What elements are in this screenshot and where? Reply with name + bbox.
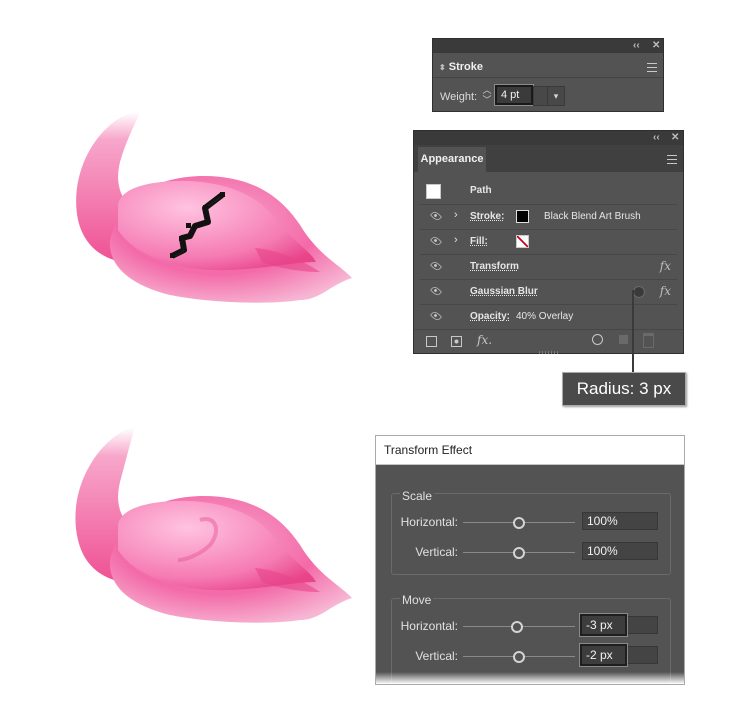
stroke-color-swatch[interactable] [516,210,529,223]
path-thumbnail [426,184,441,199]
fill-none-swatch[interactable] [516,235,529,248]
add-stroke-icon[interactable] [426,336,437,347]
move-title: Move [400,593,434,607]
scale-vertical-slider[interactable] [463,547,575,559]
expand-arrow-icon[interactable]: › [454,234,458,246]
add-fill-icon[interactable] [451,336,462,347]
flamingo-top [76,112,352,303]
eye-icon[interactable] [430,260,442,272]
slider-knob[interactable] [513,517,525,529]
path-label: Path [470,185,492,196]
appearance-row-gaussian-blur[interactable]: Gaussian Blur fx [420,279,677,303]
opacity-value: 40% Overlay [516,311,574,322]
slider-knob[interactable] [513,547,525,559]
close-icon[interactable]: ✕ [652,39,660,53]
expand-arrow-icon[interactable]: › [454,209,458,221]
scale-vertical-input[interactable]: 100% [582,542,658,560]
path-row[interactable]: Path [420,179,677,203]
move-vertical-input[interactable]: -2 px [580,644,627,666]
eye-icon[interactable] [430,235,442,247]
fade-overlay [376,672,684,684]
panel-header: ‹‹ ✕ [433,39,663,53]
scale-vertical-label: Vertical: [415,545,458,559]
appearance-row-fill[interactable]: › Fill: [420,229,677,253]
stroke-brush-name: Black Blend Art Brush [544,211,641,222]
delete-icon[interactable] [643,333,654,348]
weight-input[interactable]: 4 pt [495,85,533,105]
clear-appearance-icon[interactable] [592,334,603,345]
transform-effect-dialog: Transform Effect Scale Horizontal: 100% … [375,435,685,685]
fill-label[interactable]: Fill: [470,236,488,247]
resize-grip[interactable] [539,351,559,354]
scale-group [391,493,671,575]
pointer-dot [633,286,645,298]
move-vertical-slider[interactable] [463,651,575,663]
collapse-icon[interactable]: ‹‹ [633,39,640,53]
tab-appearance[interactable]: Appearance [418,147,486,172]
move-horizontal-input[interactable]: -3 px [580,614,627,636]
panel-menu-icon[interactable] [647,63,657,72]
transform-label[interactable]: Transform [470,261,519,272]
appearance-panel: ‹‹ ✕ Appearance Path › Stroke: Black Ble… [413,130,684,354]
tab-label: Stroke [448,61,484,73]
radius-tooltip: Radius: 3 px [562,372,686,406]
duplicate-item-icon[interactable] [619,335,628,344]
updown-icon: ⬍ [439,63,446,72]
slider-knob[interactable] [513,651,525,663]
scale-title: Scale [400,489,435,503]
weight-spinner-icon[interactable]: ︿ ﹀ [481,85,493,107]
close-icon[interactable]: ✕ [671,131,679,145]
opacity-label[interactable]: Opacity: [470,311,510,322]
appearance-row-opacity[interactable]: Opacity: 40% Overlay [420,304,677,328]
add-effect-icon[interactable]: fx. [477,333,492,347]
fx-icon[interactable]: fx [660,284,671,298]
dialog-title: Transform Effect [376,436,684,465]
weight-dropdown-icon[interactable]: ▾ [547,86,565,106]
panel-menu-icon[interactable] [667,155,677,164]
callout-line [632,290,634,372]
move-horizontal-slider[interactable] [463,621,575,633]
move-horizontal-label: Horizontal: [400,619,458,633]
eye-icon[interactable] [430,210,442,222]
stroke-panel: ‹‹ ✕ ⬍ Stroke Weight: ︿ ﹀ 4 pt ▾ [432,38,664,112]
collapse-icon[interactable]: ‹‹ [653,131,660,145]
slider-knob[interactable] [511,621,523,633]
eye-icon[interactable] [430,310,442,322]
weight-label: Weight: [440,91,478,103]
eye-icon[interactable] [430,285,442,297]
flamingo-bottom [75,428,352,623]
appearance-row-transform[interactable]: Transform fx [420,254,677,278]
gaussian-blur-label[interactable]: Gaussian Blur [470,286,538,297]
appearance-row-stroke[interactable]: › Stroke: Black Blend Art Brush [420,204,677,228]
tab-stroke[interactable]: ⬍ Stroke [437,57,489,77]
scale-horizontal-slider[interactable] [463,517,575,529]
fx-icon[interactable]: fx [660,259,671,273]
move-vertical-label: Vertical: [415,649,458,663]
scale-horizontal-label: Horizontal: [400,515,458,529]
panel-header: ‹‹ ✕ [414,131,683,145]
scale-horizontal-input[interactable]: 100% [582,512,658,530]
stroke-label[interactable]: Stroke: [470,211,504,222]
